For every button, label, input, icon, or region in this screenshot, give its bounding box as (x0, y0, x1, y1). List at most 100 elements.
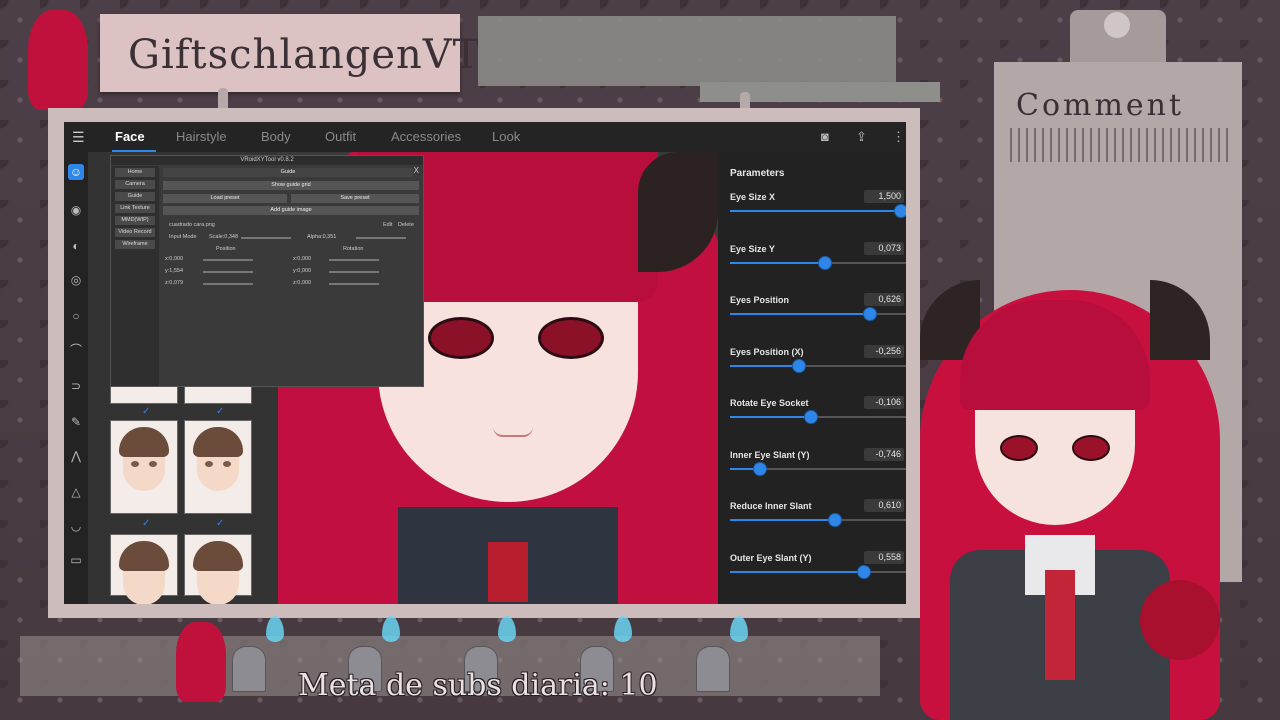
save-preset-button[interactable]: Save preset (291, 194, 419, 203)
parameter-slider[interactable] (730, 410, 906, 424)
tool-nav-guide[interactable]: Guide (115, 192, 155, 201)
comment-title: Comment (1016, 88, 1185, 123)
slider-knob[interactable] (894, 204, 906, 218)
slider-knob[interactable] (792, 358, 806, 373)
scale-slider[interactable] (241, 237, 291, 239)
parameter-slider[interactable] (730, 204, 906, 218)
rotation-y-slider[interactable] (329, 271, 379, 273)
iris-icon[interactable]: ◎ (68, 272, 84, 288)
parameter-row: Reduce Inner Slant 0,610 (730, 499, 906, 541)
parameter-value-input[interactable]: -0,746 (864, 447, 904, 461)
parameter-row: Rotate Eye Socket -0,106 (730, 396, 906, 438)
eyelash-icon[interactable]: ⋀ (68, 448, 84, 464)
nose-icon[interactable]: △ (68, 484, 84, 500)
slider-fill (730, 519, 838, 521)
tool-nav-wireframe[interactable]: Wireframe (115, 240, 155, 249)
tab-accessories[interactable]: Accessories (391, 129, 461, 144)
thumb-eye (223, 461, 231, 467)
rotation-x-slider[interactable] (329, 259, 379, 261)
teeth-icon[interactable]: ▭ (68, 552, 84, 568)
tool-nav-camera[interactable]: Camera (115, 180, 155, 189)
face-shape-icon[interactable]: ○ (68, 308, 84, 324)
eye-icon[interactable]: ◉ (68, 202, 84, 218)
tool-nav-mmd[interactable]: MMD(WIP) (115, 216, 155, 225)
parameter-value-input[interactable]: 0,558 (864, 550, 904, 564)
parameter-value-input[interactable]: 0,626 (864, 293, 904, 306)
show-guide-grid-button[interactable]: Show guide grid (163, 181, 419, 190)
parameter-value-input[interactable]: -0,256 (864, 344, 904, 358)
ear-icon[interactable]: ◐ (68, 238, 84, 254)
grave-icon (696, 646, 730, 692)
eyebrow-icon[interactable]: ⌒ (68, 342, 84, 358)
add-guide-image-button[interactable]: Add guide image (163, 206, 419, 215)
parameter-slider[interactable] (730, 513, 906, 527)
tab-body[interactable]: Body (261, 129, 291, 144)
parameter-slider[interactable] (730, 307, 906, 321)
face-preset-thumb[interactable] (184, 386, 252, 404)
slider-knob[interactable] (752, 461, 767, 476)
face-preset-thumb[interactable] (110, 420, 178, 514)
parameter-slider[interactable] (730, 564, 906, 579)
tool-nav-link-texture[interactable]: Link Texture (115, 204, 155, 213)
parameter-row: Eyes Position 0,626 (730, 293, 906, 335)
face-preset-thumb[interactable] (110, 386, 178, 404)
hamburger-icon[interactable]: ☰ (72, 129, 85, 146)
parameter-slider[interactable] (730, 358, 906, 373)
vtuber-avatar (900, 280, 1260, 720)
chibi-avatar-top (28, 10, 88, 110)
parameter-slider[interactable] (730, 461, 906, 476)
face-edit-icon[interactable]: ☺ (68, 164, 84, 180)
more-icon[interactable]: ⋮ (892, 129, 905, 145)
position-x-slider[interactable] (203, 259, 253, 261)
tool-title: VRoidXYTool v0.8.2 (111, 156, 423, 165)
top-bar: ☰ Face Hairstyle Body Outfit Accessories… (64, 122, 906, 152)
position-y: y:1,554 (165, 268, 184, 274)
position-y-slider[interactable] (203, 271, 253, 273)
load-preset-button[interactable]: Load preset (163, 194, 287, 203)
slider-fill (730, 313, 875, 315)
tab-outfit[interactable]: Outfit (325, 129, 356, 144)
slider-knob[interactable] (817, 255, 832, 270)
camera-icon[interactable]: ◙ (821, 129, 829, 144)
pen-icon[interactable]: ✎ (68, 414, 84, 430)
rotation-header: Rotation (343, 246, 364, 252)
alpha-slider[interactable] (356, 237, 406, 239)
mouth-icon[interactable]: ◡ (68, 518, 84, 534)
rotation-z-slider[interactable] (329, 283, 379, 285)
position-z-slider[interactable] (203, 283, 253, 285)
export-icon[interactable]: ⇪ (856, 129, 867, 145)
slider-knob[interactable] (863, 307, 878, 321)
slider-knob[interactable] (803, 410, 818, 424)
delete-button[interactable]: Delete (398, 222, 414, 228)
slider-knob[interactable] (856, 564, 871, 579)
comment-decoration (1010, 128, 1228, 162)
parameter-value-input[interactable]: 0,073 (864, 241, 904, 255)
face-preset-thumb[interactable] (184, 420, 252, 514)
position-x: x:0,000 (165, 256, 184, 262)
thumb-eye (205, 461, 213, 467)
parameter-slider[interactable] (730, 255, 906, 270)
position-header: Position (216, 246, 236, 252)
slider-knob[interactable] (827, 513, 842, 527)
ear-shape-icon[interactable]: ⊃ (68, 378, 84, 394)
parameter-value-input[interactable]: -0,106 (864, 396, 904, 409)
parameter-value-input[interactable]: 1,500 (864, 190, 904, 203)
tab-look[interactable]: Look (492, 129, 520, 144)
rotation-z: z:0,000 (293, 280, 312, 286)
edit-toggle[interactable]: Edit (383, 222, 392, 228)
thumb-hair (119, 541, 169, 571)
tab-hairstyle[interactable]: Hairstyle (176, 129, 227, 144)
tool-nav-video-record[interactable]: Video Record (115, 228, 155, 237)
slider-fill (730, 261, 827, 264)
model-eye-right (538, 317, 604, 359)
tool-nav-home[interactable]: Home (115, 168, 155, 177)
face-preset-thumb[interactable] (110, 534, 178, 604)
chibi-avatar-bottom (176, 622, 226, 702)
parameter-row: Outer Eye Slant (Y) 0,558 (730, 550, 906, 593)
face-preset-thumb[interactable] (184, 534, 252, 604)
parameter-value-input[interactable]: 0,610 (864, 499, 904, 512)
check-icon: ✓ (142, 518, 151, 529)
tab-face[interactable]: Face (115, 129, 145, 144)
slider-fill (730, 570, 868, 573)
close-icon[interactable]: X (414, 166, 419, 175)
